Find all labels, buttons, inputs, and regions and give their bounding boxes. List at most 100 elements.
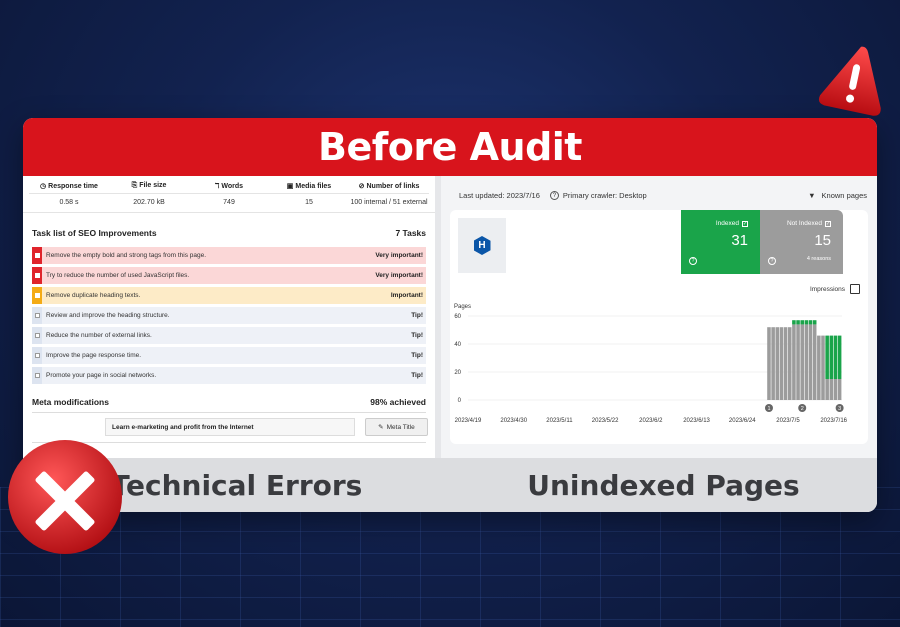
task-item[interactable]: Try to reduce the number of used JavaScr… [32, 267, 426, 284]
indexed-stat[interactable]: Indexed ✓ 31 ? [681, 210, 760, 274]
y-tick-label: 20 [454, 370, 461, 376]
metric-2: ℸ Words 749 [189, 176, 269, 212]
task-checkbox[interactable] [34, 373, 40, 378]
bar-indexed [800, 320, 804, 325]
task-count: 7 Tasks [395, 228, 426, 238]
impressions-checkbox[interactable] [850, 284, 860, 294]
x-tick-label: 2023/4/19 [455, 418, 482, 424]
checkbox-icon: ✓ [742, 220, 748, 227]
meta-title: Meta modifications [32, 397, 109, 407]
error-x-icon [8, 440, 122, 554]
bar-not-indexed [796, 324, 800, 400]
metrics-row: ◷ Response time 0.58 s ⎘ File size 202.70 kB ℸ… [23, 176, 435, 213]
task-item[interactable]: Remove the empty bold and strong tags fr… [32, 247, 426, 264]
task-checkbox[interactable] [34, 253, 40, 258]
bar-not-indexed [804, 324, 809, 400]
indexed-label: Indexed [715, 220, 739, 227]
bar-indexed [804, 320, 809, 325]
task-text: Remove duplicate heading texts. [46, 292, 141, 299]
metric-4: ⊘ Number of links 100 internal / 51 extern… [349, 176, 429, 212]
x-tick-label: 2023/7/5 [776, 418, 800, 424]
unindexed-pages-label: Unindexed Pages [527, 468, 800, 502]
task-checkbox[interactable] [34, 273, 40, 278]
task-checkbox[interactable] [34, 293, 40, 298]
annotation-label: 3 [838, 406, 841, 412]
task-priority: Tip! [411, 352, 423, 359]
task-list-title: Task list of SEO Improvements [32, 228, 157, 238]
hexagon-logo-icon: H [473, 236, 491, 255]
bar-indexed [829, 335, 834, 379]
meta-header: Meta modifications 98% achieved [23, 384, 435, 407]
last-updated: Last updated: 2023/7/16 [459, 191, 540, 200]
metric-label: File size [139, 182, 167, 189]
metric-label: Number of links [366, 183, 420, 190]
task-item[interactable]: Improve the page response time. Tip! [32, 347, 426, 364]
meta-title-button[interactable]: ✎ Meta Title [365, 418, 428, 436]
bar-indexed [812, 320, 817, 325]
known-pages-dropdown[interactable]: ▼ Known pages [808, 191, 867, 200]
indexed-value: 31 [731, 232, 748, 249]
metric-value: 202.70 kB [133, 199, 165, 206]
task-item[interactable]: Promote your page in social networks. Tip… [32, 367, 426, 384]
meta-title-button-label: Meta Title [386, 423, 415, 431]
banner-title: Before Audit [23, 118, 877, 176]
task-text: Improve the page response time. [46, 352, 142, 359]
task-checkbox[interactable] [34, 353, 40, 358]
help-icon[interactable]: ? [549, 191, 559, 200]
x-tick-label: 2023/6/2 [639, 418, 663, 424]
image-icon: ▣ [286, 183, 294, 190]
task-checkbox[interactable] [34, 313, 40, 318]
metric-value: 0.58 s [59, 199, 79, 206]
clock-icon: ◷ [40, 183, 47, 190]
x-tick-label: 2023/6/13 [683, 418, 710, 424]
meta-achieved: 98% achieved [370, 397, 426, 407]
metric-0: ◷ Response time 0.58 s [29, 176, 109, 212]
impressions-toggle[interactable]: Impressions [810, 284, 860, 294]
task-list-header: Task list of SEO Improvements 7 Tasks [23, 213, 435, 244]
bottom-bar: Technical Errors Unindexed Pages [23, 458, 877, 512]
y-axis-label: Pages [454, 304, 471, 310]
metric-label: Words [221, 183, 244, 190]
site-logo: H [458, 218, 506, 273]
audit-card: Before Audit ◷ Response time 0.58 s ⎘ File s… [23, 118, 877, 512]
x-tick-label: 2023/5/11 [546, 418, 573, 424]
checkbox-icon: ✓ [825, 220, 831, 227]
bar-not-indexed [812, 324, 817, 400]
pages-chart: Pages 0 20 40 60 2023/4/19 2023/4/30 2023/5/11 2… [454, 304, 848, 424]
metric-1: ⎘ File size 202.70 kB [109, 176, 189, 212]
task-item[interactable]: Remove duplicate heading texts. Important… [32, 287, 426, 304]
task-checkbox[interactable] [34, 333, 40, 338]
help-icon[interactable]: ? [768, 257, 776, 265]
task-text: Promote your page in social networks. [46, 372, 157, 379]
search-console-panel: Last updated: 2023/7/16 ? Primary crawle… [441, 176, 877, 458]
bar-indexed [796, 320, 800, 325]
task-item[interactable]: Review and improve the heading structure… [32, 307, 426, 324]
meta-title-field[interactable]: Learn e-marketing and profit from the In… [105, 418, 355, 436]
bar-not-indexed [829, 379, 834, 400]
x-tick-label: 2023/5/22 [592, 418, 619, 424]
bar-not-indexed [775, 327, 780, 400]
not-indexed-stat[interactable]: Not Indexed ✓ 15 ? 4 reasons [760, 210, 843, 274]
task-text: Review and improve the heading structure… [46, 312, 170, 319]
x-tick-label: 2023/6/24 [729, 418, 756, 424]
bar-not-indexed [771, 327, 775, 400]
bar-not-indexed [779, 327, 784, 400]
known-pages-label: Known pages [821, 191, 867, 200]
task-item[interactable]: Reduce the number of external links. Tip! [32, 327, 426, 344]
bar-not-indexed [825, 379, 829, 400]
not-indexed-label: Not Indexed [786, 220, 822, 227]
task-list: Remove the empty bold and strong tags fr… [23, 247, 435, 384]
help-icon[interactable]: ? [689, 257, 697, 265]
metric-3: ▣ Media files 15 [269, 176, 349, 212]
seo-report-panel: ◷ Response time 0.58 s ⎘ File size 202.70 kB ℸ… [23, 176, 441, 458]
x-tick-label: 2023/7/16 [820, 418, 847, 424]
bar-indexed [808, 320, 813, 325]
metric-label: Response time [48, 183, 98, 190]
y-tick-label: 0 [458, 398, 462, 404]
x-tick-label: 2023/4/30 [500, 418, 527, 424]
bar-not-indexed [767, 327, 771, 400]
task-priority: Tip! [411, 332, 423, 339]
annotation-label: 2 [801, 406, 804, 412]
task-priority: Very important! [375, 272, 423, 279]
meta-row: Learn e-marketing and profit from the In… [23, 413, 435, 436]
